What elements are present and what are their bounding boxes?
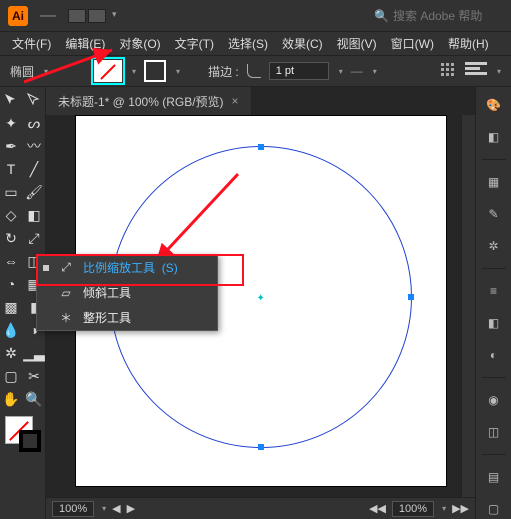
- document-tab[interactable]: 未标题-1* @ 100% (RGB/预览) ×: [46, 87, 252, 115]
- menu-window[interactable]: 窗口(W): [385, 32, 440, 55]
- chevron-down-icon[interactable]: ▾: [176, 67, 180, 76]
- rectangle-tool[interactable]: ▭: [0, 181, 22, 203]
- column-graph-tool[interactable]: ▁▃: [23, 342, 45, 364]
- chevron-down-icon[interactable]: ▾: [132, 67, 136, 76]
- center-point: ✦: [257, 293, 265, 301]
- color-panel-icon[interactable]: 🎨: [484, 95, 504, 115]
- menu-effect[interactable]: 效果(C): [276, 32, 329, 55]
- stroke-panel-icon[interactable]: ≡: [484, 281, 504, 301]
- workspace-switcher[interactable]: ▾: [68, 9, 117, 23]
- menu-view[interactable]: 视图(V): [331, 32, 383, 55]
- flyout-label: 整形工具: [83, 309, 131, 326]
- flyout-reshape-tool[interactable]: ＊ 整形工具: [37, 305, 217, 330]
- flyout-scale-tool[interactable]: ⤢ 比例缩放工具 (S): [37, 255, 217, 280]
- symbols-icon[interactable]: ✲: [484, 236, 504, 256]
- selected-marker: [43, 265, 49, 271]
- menu-select[interactable]: 选择(S): [222, 32, 274, 55]
- fill-stroke-swatches[interactable]: [5, 416, 41, 452]
- zoom-field[interactable]: 100%: [52, 501, 94, 517]
- stroke-label: 描边 :: [208, 63, 239, 80]
- stroke-swatch[interactable]: [144, 60, 166, 82]
- help-search[interactable]: 🔍: [374, 9, 503, 23]
- selection-tool[interactable]: [0, 89, 22, 111]
- scale-tool[interactable]: ⤢: [23, 227, 45, 249]
- fill-swatch[interactable]: [94, 60, 122, 82]
- lasso-tool[interactable]: ᔕ: [23, 112, 45, 134]
- chevron-down-icon[interactable]: ▾: [339, 67, 343, 76]
- document-tab-title: 未标题-1* @ 100% (RGB/预览): [58, 93, 224, 110]
- vertical-scrollbar[interactable]: [461, 115, 475, 497]
- graphic-styles-icon[interactable]: ◫: [484, 422, 504, 442]
- direct-selection-tool[interactable]: [23, 89, 45, 111]
- anchor-point[interactable]: [258, 144, 264, 150]
- layers-icon[interactable]: ▤: [484, 467, 504, 487]
- nav-prev[interactable]: ◀: [112, 502, 120, 515]
- close-icon[interactable]: ×: [232, 94, 239, 108]
- status-bar: 100% ▾ ◀ ▶ ◀◀ 100% ▾ ▶▶: [46, 497, 475, 519]
- align-panel-icon[interactable]: [465, 62, 487, 80]
- scale-icon: ⤢: [57, 260, 75, 275]
- slice-tool[interactable]: ✂: [23, 365, 45, 387]
- magic-wand-tool[interactable]: ✦: [0, 112, 22, 134]
- eyedropper-tool[interactable]: 💧: [0, 319, 22, 341]
- options-bar: 椭圆 ▾ ▾ ▾ 描边 : 1 pt ▾ — ▾ ▾: [0, 55, 511, 87]
- titlebar: Ai — ▾ 🔍: [0, 0, 511, 31]
- chevron-down-icon[interactable]: ▾: [44, 67, 48, 76]
- menu-help[interactable]: 帮助(H): [442, 32, 495, 55]
- nav-prev-2[interactable]: ◀◀: [369, 502, 386, 515]
- mesh-tool[interactable]: ▩: [0, 296, 22, 318]
- search-icon: 🔍: [374, 9, 389, 23]
- nav-next[interactable]: ▶: [127, 502, 135, 515]
- flyout-shear-tool[interactable]: ▱ 倾斜工具: [37, 280, 217, 305]
- brushes-icon[interactable]: ✎: [484, 204, 504, 224]
- artboard-tool[interactable]: ▢: [0, 365, 22, 387]
- rotate-tool[interactable]: ↻: [0, 227, 22, 249]
- stroke-weight-field[interactable]: 1 pt: [269, 62, 329, 80]
- menubar: 文件(F) 编辑(E) 对象(O) 文字(T) 选择(S) 效果(C) 视图(V…: [0, 31, 511, 55]
- artboards-icon[interactable]: ▢: [484, 499, 504, 519]
- search-input[interactable]: [393, 9, 503, 23]
- anchor-point[interactable]: [258, 444, 264, 450]
- divider: —: [40, 7, 56, 25]
- eraser-tool[interactable]: ◧: [23, 204, 45, 226]
- flyout-label: 比例缩放工具 (S): [83, 259, 178, 276]
- shear-icon: ▱: [57, 286, 75, 300]
- hand-tool[interactable]: ✋: [0, 388, 22, 410]
- stroke-weight-icon: [247, 64, 261, 78]
- color-guide-icon[interactable]: ◧: [484, 127, 504, 147]
- gradient-panel-icon[interactable]: ◧: [484, 313, 504, 333]
- app-logo: Ai: [8, 6, 28, 26]
- transparency-icon[interactable]: ◐: [484, 345, 504, 365]
- symbol-sprayer-tool[interactable]: ✲: [0, 342, 22, 364]
- zoom-tool[interactable]: 🔍: [23, 388, 45, 410]
- appearance-icon[interactable]: ◉: [484, 390, 504, 410]
- line-tool[interactable]: ╱: [23, 158, 45, 180]
- curvature-tool[interactable]: 〰: [23, 135, 45, 157]
- nav-next-2[interactable]: ▶▶: [452, 502, 469, 515]
- menu-object[interactable]: 对象(O): [113, 32, 166, 55]
- reshape-icon: ＊: [57, 309, 75, 326]
- shape-builder-tool[interactable]: ◔: [0, 273, 22, 295]
- menu-type[interactable]: 文字(T): [169, 32, 220, 55]
- menu-file[interactable]: 文件(F): [6, 32, 57, 55]
- flyout-label: 倾斜工具: [83, 284, 131, 301]
- anchor-point[interactable]: [408, 294, 414, 300]
- menu-edit[interactable]: 编辑(E): [59, 32, 111, 55]
- right-panels: 🎨 ◧ ▦ ✎ ✲ ≡ ◧ ◐ ◉ ◫ ▤ ▢: [475, 87, 511, 519]
- width-tool[interactable]: ⇔: [0, 250, 22, 272]
- paintbrush-tool[interactable]: 🖌: [23, 181, 45, 203]
- transparency-grid-icon[interactable]: [441, 63, 457, 79]
- pen-tool[interactable]: ✒: [0, 135, 22, 157]
- shape-label: 椭圆: [10, 63, 34, 80]
- zoom-field-right[interactable]: 100%: [392, 501, 434, 517]
- shaper-tool[interactable]: ◇: [0, 204, 22, 226]
- type-tool[interactable]: T: [0, 158, 22, 180]
- scale-tool-flyout: ⤢ 比例缩放工具 (S) ▱ 倾斜工具 ＊ 整形工具: [36, 254, 218, 331]
- swatches-icon[interactable]: ▦: [484, 172, 504, 192]
